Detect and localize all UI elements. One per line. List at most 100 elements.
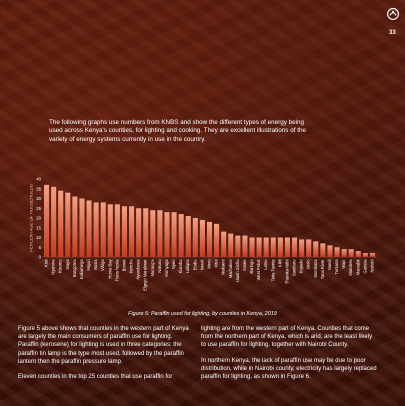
- x-tick-label: Bungoma: [72, 259, 77, 277]
- x-tick-label: Siaya: [65, 259, 70, 270]
- x-tick-label: Mandera: [348, 259, 353, 276]
- bar: [362, 253, 368, 257]
- bar: [334, 247, 340, 257]
- x-tick-label: Marsabit: [355, 259, 360, 276]
- x-tick-label: Kwale: [242, 259, 247, 271]
- bar: [235, 235, 241, 257]
- figure-caption: Figure 5: Paraffin used for lighting, by…: [128, 311, 277, 317]
- x-tick-label: Meru: [207, 260, 212, 269]
- body-paragraph: In northern Kenya, the lack of paraffin …: [201, 357, 377, 381]
- bar: [313, 241, 319, 257]
- x-tick-label: Isiolo: [306, 259, 311, 269]
- x-tick-label: Tana River: [320, 259, 325, 279]
- bar: [270, 237, 276, 257]
- bar: [242, 235, 248, 257]
- page-number: 33: [389, 30, 396, 36]
- bar: [249, 237, 255, 257]
- x-tick-label: Laikipia: [185, 259, 190, 274]
- x-tick-label: Uasin Gishu: [235, 260, 240, 282]
- x-tick-label: Taita Taveta: [270, 259, 275, 281]
- x-tick-label: Kitui: [214, 259, 219, 267]
- bar: [199, 219, 205, 257]
- x-tick-label: Nyandarua: [136, 259, 141, 280]
- bar: [79, 198, 85, 257]
- bar: [178, 214, 184, 257]
- x-tick-label: Narok: [199, 259, 204, 271]
- x-tick-label: Nandi: [327, 259, 332, 270]
- x-tick-label: Nakuru: [157, 260, 162, 273]
- x-tick-label: Homa Bay: [107, 259, 112, 279]
- x-tick-label: Nyeri: [171, 259, 176, 269]
- x-tick-label: Lamu: [263, 260, 268, 270]
- y-tick-label: 0: [39, 255, 42, 260]
- x-tick-label: Kisii: [44, 259, 49, 267]
- bar: [192, 218, 198, 257]
- bar: [263, 237, 269, 257]
- x-tick-label: Kakamega: [79, 259, 84, 279]
- x-tick-label: Baringo: [249, 259, 254, 274]
- x-tick-label: Elgeyo Marakwet: [143, 259, 148, 291]
- circular-logo-icon: [387, 8, 399, 20]
- x-tick-label: Vihiga: [100, 259, 105, 271]
- x-tick-label: Kilifi: [277, 259, 282, 267]
- x-tick-label: Busia: [93, 259, 98, 270]
- bar: [171, 212, 177, 257]
- bar: [185, 216, 191, 257]
- x-tick-label: Kirinyaga: [164, 259, 169, 277]
- bar: [58, 190, 64, 257]
- x-tick-label: Wajir: [341, 259, 346, 269]
- x-tick-label: Kajiado: [299, 259, 304, 273]
- x-tick-label: Embu: [192, 260, 197, 271]
- bar: [93, 202, 99, 257]
- x-tick-label: Kisumu: [58, 260, 63, 274]
- bar: [114, 204, 120, 257]
- bar: [320, 243, 326, 257]
- bar: [291, 237, 298, 257]
- bar: [214, 223, 220, 257]
- x-tick-label: Machakos: [228, 260, 233, 279]
- bar: [51, 186, 57, 257]
- bar: [157, 210, 163, 257]
- page: 33 The following graphs use numbers from…: [0, 0, 405, 406]
- x-tick-label: Migori: [86, 259, 91, 270]
- x-tick-label: Tharaka-Nithi: [284, 259, 289, 284]
- y-tick-label: 40: [36, 177, 41, 182]
- bar-chart: PERCENTAGE OF HOUSEHOLDS 0 5 10 15 20 25 30 35 40…: [30, 177, 376, 291]
- body-column-left: Figure 5 above shows that counties in th…: [18, 325, 194, 388]
- body-paragraph: Figure 5 above shows that counties in th…: [18, 326, 189, 365]
- x-tick-label: Nyamira: [51, 259, 56, 275]
- bar: [143, 208, 149, 257]
- y-tick-label: 10: [36, 235, 41, 240]
- x-tick-label: Garissa: [362, 259, 367, 274]
- x-tick-label: West Pokot: [256, 259, 261, 281]
- bar: [221, 231, 227, 257]
- bar: [164, 212, 170, 257]
- bar: [65, 192, 71, 257]
- bar: [341, 249, 347, 257]
- bar: [327, 245, 333, 257]
- bar: [129, 206, 135, 257]
- bar: [86, 200, 92, 257]
- y-tick-label: 30: [36, 196, 41, 201]
- x-tick-label: Turkana: [334, 259, 339, 275]
- x-tick-label: Bomet: [121, 259, 126, 272]
- body-paragraph: lighting are from the western part of Ke…: [201, 326, 373, 349]
- bar: [256, 237, 262, 257]
- bar: [100, 202, 106, 257]
- bar: [348, 249, 354, 257]
- bar: [355, 251, 361, 257]
- x-tick-label: Samburu: [292, 260, 297, 277]
- bar: [277, 237, 283, 257]
- bar: [369, 253, 376, 257]
- bar: [306, 239, 312, 257]
- x-tick-label: Makueni: [221, 259, 226, 275]
- intro-text: The following graphs use numbers from KN…: [49, 119, 306, 143]
- y-tick-label: 35: [36, 186, 41, 191]
- bar: [72, 196, 78, 257]
- x-tick-label: Mombasa: [313, 259, 318, 278]
- bar: [228, 233, 234, 257]
- bar: [299, 239, 305, 257]
- y-tick-label: 25: [36, 206, 41, 211]
- bar: [284, 237, 290, 257]
- x-tick-label: Kericho: [129, 259, 134, 274]
